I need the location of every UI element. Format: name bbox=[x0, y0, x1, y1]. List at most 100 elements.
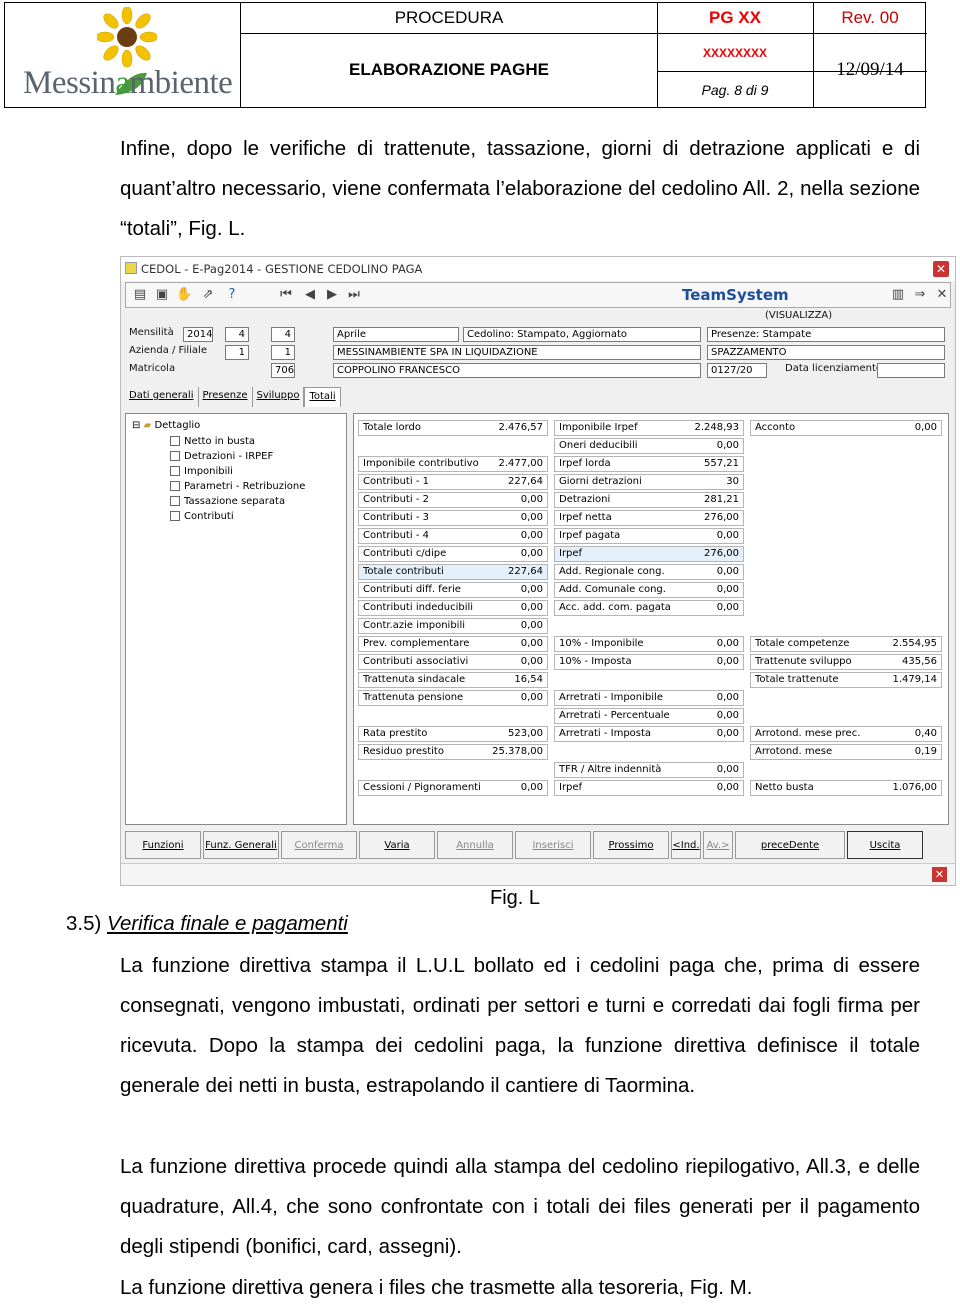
funz-generali-button[interactable]: Funz. Generali bbox=[203, 831, 279, 859]
dismissal-date-field[interactable] bbox=[877, 363, 945, 378]
forward-icon[interactable]: ⇒ bbox=[912, 287, 928, 303]
total-value: 0,00 bbox=[716, 710, 739, 721]
tree-root[interactable]: ⊟ ▰ Dettaglio bbox=[132, 420, 200, 431]
checkbox-icon[interactable] bbox=[170, 466, 180, 476]
total-label: Trattenuta sindacale bbox=[363, 674, 466, 685]
month-to-field[interactable]: 4 bbox=[271, 327, 295, 342]
total-row: Irpef 276,00 bbox=[554, 546, 744, 562]
tab-totali[interactable]: Totali bbox=[304, 387, 341, 407]
total-label: Irpef bbox=[559, 548, 583, 559]
checkbox-icon[interactable] bbox=[170, 481, 180, 491]
total-row: Arretrati - Percentuale 0,00 bbox=[554, 708, 744, 724]
total-label: Imponibile Irpef bbox=[559, 422, 638, 433]
total-row: Trattenuta pensione 0,00 bbox=[358, 690, 548, 706]
hand-icon[interactable]: ✋ bbox=[176, 287, 192, 303]
total-value: 0,00 bbox=[520, 584, 543, 595]
employee-id-field[interactable]: 706 bbox=[271, 363, 295, 378]
notes-icon[interactable]: ▥ bbox=[890, 287, 906, 303]
tree-item[interactable]: Netto in busta bbox=[170, 436, 255, 447]
total-row: Imponibile Irpef 2.248,93 bbox=[554, 420, 744, 436]
total-row: Arrotond. mese prec. 0,40 bbox=[750, 726, 942, 742]
total-label: Add. Comunale cong. bbox=[559, 584, 666, 595]
uscita-button[interactable]: Uscita bbox=[847, 831, 923, 859]
total-label: Contributi associativi bbox=[363, 656, 469, 667]
total-label: Rata prestito bbox=[363, 728, 428, 739]
precedente-button[interactable]: preceDente bbox=[735, 831, 845, 859]
total-value: 0,00 bbox=[716, 782, 739, 793]
year-field[interactable]: 2014 bbox=[183, 327, 213, 342]
first-record-icon[interactable]: ⏮ bbox=[278, 287, 294, 303]
paragraph-1: La funzione direttiva stampa il L.U.L bo… bbox=[120, 954, 920, 1097]
tab-presenze[interactable]: Presenze bbox=[199, 387, 253, 407]
last-record-icon[interactable]: ⏭ bbox=[346, 287, 362, 303]
print-icon[interactable]: ▤ bbox=[132, 287, 148, 303]
ind-button[interactable]: <Ind. bbox=[671, 831, 701, 859]
total-value: 227,64 bbox=[508, 476, 543, 487]
total-row: Totale lordo 2.476,57 bbox=[358, 420, 548, 436]
tree-item[interactable]: Detrazioni - IRPEF bbox=[170, 451, 273, 462]
total-label: Arretrati - Imponibile bbox=[559, 692, 663, 703]
av-button[interactable]: Av.> bbox=[703, 831, 733, 859]
total-label: Add. Regionale cong. bbox=[559, 566, 665, 577]
total-label: Contributi diff. ferie bbox=[363, 584, 461, 595]
funzioni-button[interactable]: Funzioni bbox=[125, 831, 201, 859]
paragraph-3: La funzione direttiva genera i files che… bbox=[120, 1276, 753, 1299]
total-row: Trattenute sviluppo 435,56 bbox=[750, 654, 942, 670]
checkbox-icon[interactable] bbox=[170, 511, 180, 521]
total-value: 0,00 bbox=[716, 764, 739, 775]
total-value: 0,00 bbox=[716, 602, 739, 613]
total-label: 10% - Imposta bbox=[559, 656, 632, 667]
total-label: Contr.azie imponibili bbox=[363, 620, 466, 631]
total-value: 2.554,95 bbox=[892, 638, 937, 649]
preview-icon[interactable]: ▣ bbox=[154, 287, 170, 303]
total-value: 2.476,57 bbox=[498, 422, 543, 433]
month-from-field[interactable]: 4 bbox=[225, 327, 249, 342]
tab-sviluppo[interactable]: Sviluppo bbox=[253, 387, 305, 407]
tree-item[interactable]: Contributi bbox=[170, 511, 234, 522]
total-value: 276,00 bbox=[704, 512, 739, 523]
prev-record-icon[interactable]: ◀ bbox=[302, 287, 318, 303]
tree-item[interactable]: Tassazione separata bbox=[170, 496, 285, 507]
conferma-button[interactable]: Conferma bbox=[281, 831, 357, 859]
intro-paragraph: Infine, dopo le verifiche di trattenute,… bbox=[120, 137, 920, 240]
matricola-label: Matricola bbox=[129, 363, 176, 374]
branch-field[interactable]: 1 bbox=[271, 345, 295, 360]
help-icon[interactable]: ? bbox=[224, 287, 240, 303]
close-icon[interactable]: ✕ bbox=[932, 867, 947, 882]
tree-item[interactable]: Parametri - Retribuzione bbox=[170, 481, 305, 492]
total-label: Oneri deducibili bbox=[559, 440, 638, 451]
company-field[interactable]: 1 bbox=[225, 345, 249, 360]
checkbox-icon[interactable] bbox=[170, 451, 180, 461]
document-title: ELABORAZIONE PAGHE bbox=[349, 60, 549, 79]
tab-dati-generali[interactable]: Dati generali bbox=[125, 387, 199, 407]
checkbox-icon[interactable] bbox=[170, 436, 180, 446]
total-row: Contributi indeducibili 0,00 bbox=[358, 600, 548, 616]
total-value: 0,00 bbox=[716, 656, 739, 667]
prossimo-button[interactable]: Prossimo bbox=[593, 831, 669, 859]
close-icon[interactable]: ✕ bbox=[933, 261, 949, 277]
tree-item[interactable]: Imponibili bbox=[170, 466, 233, 477]
total-value: 0,00 bbox=[520, 548, 543, 559]
total-label: Totale contributi bbox=[363, 566, 444, 577]
checkbox-icon[interactable] bbox=[170, 496, 180, 506]
total-value: 0,00 bbox=[520, 656, 543, 667]
export-icon[interactable]: ⇗ bbox=[200, 287, 216, 303]
total-value: 0,00 bbox=[520, 602, 543, 613]
total-label: Trattenuta pensione bbox=[363, 692, 464, 703]
close-form-icon[interactable]: ✕ bbox=[934, 287, 950, 303]
azienda-label: Azienda / Filiale bbox=[129, 345, 207, 356]
total-row: Irpef lorda 557,21 bbox=[554, 456, 744, 472]
total-row: Detrazioni 281,21 bbox=[554, 492, 744, 508]
total-label: Contributi - 1 bbox=[363, 476, 429, 487]
varia-button[interactable]: Varia bbox=[359, 831, 435, 859]
total-label: Irpef lorda bbox=[559, 458, 611, 469]
inserisci-button[interactable]: Inserisci bbox=[515, 831, 591, 859]
mensilita-label: Mensilità bbox=[129, 327, 174, 338]
total-value: 0,19 bbox=[914, 746, 937, 757]
annulla-button[interactable]: Annulla bbox=[437, 831, 513, 859]
total-value: 0,00 bbox=[716, 440, 739, 451]
employee-name: COPPOLINO FRANCESCO bbox=[333, 363, 701, 378]
next-record-icon[interactable]: ▶ bbox=[324, 287, 340, 303]
total-row: Residuo prestito 25.378,00 bbox=[358, 744, 548, 760]
document-header: Messinambiente PROCEDURA PG XX Rev. 00 E… bbox=[4, 2, 927, 108]
